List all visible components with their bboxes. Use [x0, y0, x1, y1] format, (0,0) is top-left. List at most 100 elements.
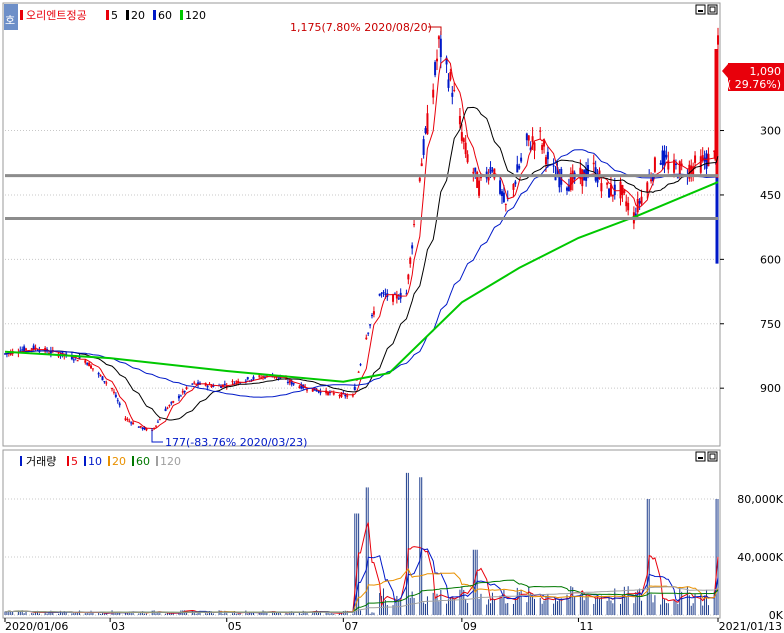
date-tick-label: 05 — [228, 620, 242, 633]
candle-body — [105, 382, 108, 384]
candle-body — [101, 376, 104, 381]
candle-body — [351, 395, 354, 397]
candle-body — [392, 294, 395, 302]
candle-body — [426, 113, 429, 135]
date-tick-label: 09 — [463, 620, 477, 633]
price-tick-label: 600 — [760, 253, 781, 266]
candle-body — [365, 337, 368, 340]
volume-ma-legend-swatch — [67, 456, 69, 466]
candle-body — [717, 35, 719, 45]
candle-body — [646, 182, 649, 192]
candle-body — [592, 162, 595, 165]
candle-body — [661, 150, 664, 165]
candle-body — [76, 360, 79, 362]
candle-body — [177, 395, 180, 399]
price-tick-label: 900 — [760, 382, 781, 395]
candle-body — [353, 386, 356, 391]
candle-body — [183, 390, 186, 393]
price-panel-max-button[interactable] — [707, 4, 718, 15]
volume-ma-legend-label: 5 — [71, 455, 78, 468]
candle-body — [258, 375, 261, 377]
candle-body — [418, 177, 421, 182]
ma-legend-swatch — [180, 10, 183, 20]
candle-body — [332, 392, 335, 395]
last-change-label: ( 29.76%) — [727, 78, 781, 91]
low-annotation: 177(-83.76% 2020/03/23) — [165, 436, 307, 449]
date-tick-label: 2020/01/06 — [5, 620, 68, 633]
volume-tick-label: 80,000K — [737, 493, 783, 506]
candle-body — [382, 292, 385, 294]
candle-body — [141, 427, 144, 430]
candle-body — [172, 401, 175, 403]
candle-body — [262, 376, 265, 378]
candle-body — [114, 394, 117, 397]
candle-body — [191, 383, 194, 385]
candle-body — [627, 202, 630, 211]
candle-body — [707, 153, 710, 167]
candle-body — [21, 349, 24, 351]
candle-body — [705, 153, 708, 169]
candle-body — [625, 201, 628, 207]
price-tick-label: 750 — [760, 318, 781, 331]
candle-body — [516, 164, 519, 173]
candle-body — [286, 381, 289, 383]
price-axis: 900 750 600 450 300 — [720, 125, 781, 395]
candle-body — [25, 348, 28, 350]
candle-body — [179, 395, 182, 397]
volume-tick-label: 40,000K — [737, 551, 783, 564]
candle-body — [210, 385, 213, 387]
candle-body — [474, 167, 477, 172]
candle-body — [520, 157, 523, 162]
candle-body — [462, 138, 465, 142]
candle-body — [489, 167, 492, 174]
candle-body — [420, 163, 423, 167]
candle-body — [23, 346, 26, 352]
candle-body — [86, 363, 89, 365]
candle-body — [424, 128, 427, 134]
candle-body — [600, 183, 603, 192]
candle-body — [223, 383, 226, 385]
candle-body — [277, 377, 280, 379]
candle-body — [97, 373, 100, 375]
candle-body — [558, 175, 561, 188]
candle-body — [546, 151, 549, 160]
volume-panel-min-button[interactable] — [695, 451, 706, 462]
candle-body — [447, 79, 450, 88]
candle-body — [653, 157, 656, 172]
candle-body — [650, 179, 653, 182]
candle-body — [116, 400, 119, 402]
price-tick-label: 450 — [760, 189, 781, 202]
candle-body — [298, 386, 301, 388]
candle-body — [112, 391, 115, 393]
price-panel-min-button[interactable] — [695, 4, 706, 15]
candle-body — [544, 157, 547, 165]
candle-body — [437, 36, 440, 40]
candle-body — [170, 402, 173, 404]
candle-body — [378, 293, 381, 296]
candle-body — [166, 407, 169, 409]
candle-body — [531, 136, 534, 142]
candle-body — [371, 315, 374, 317]
candle-body — [464, 142, 467, 155]
candle-body — [181, 391, 184, 393]
volume-ma-legend-swatch — [84, 456, 86, 466]
candle-body — [206, 385, 209, 388]
candle-body — [156, 421, 159, 423]
candle-body — [432, 89, 435, 98]
candle-body — [472, 171, 475, 174]
date-tick-label: 2021/01/13 — [719, 620, 782, 633]
candle-body — [137, 426, 140, 428]
candle-body — [30, 348, 33, 350]
candle-body — [91, 368, 94, 370]
volume-panel-max-button[interactable] — [707, 451, 718, 462]
candle-body — [111, 388, 114, 390]
candle-body — [380, 293, 383, 295]
candle-body — [409, 257, 412, 264]
candle-body — [139, 425, 142, 428]
candle-body — [185, 387, 188, 389]
candle-body — [155, 425, 158, 427]
candle-body — [231, 381, 234, 383]
ma-legend-swatch — [126, 10, 129, 20]
date-axis: 2020/01/06 03 05 07 09 11 2021/01/13 — [4, 618, 782, 633]
candle-body — [434, 62, 437, 76]
